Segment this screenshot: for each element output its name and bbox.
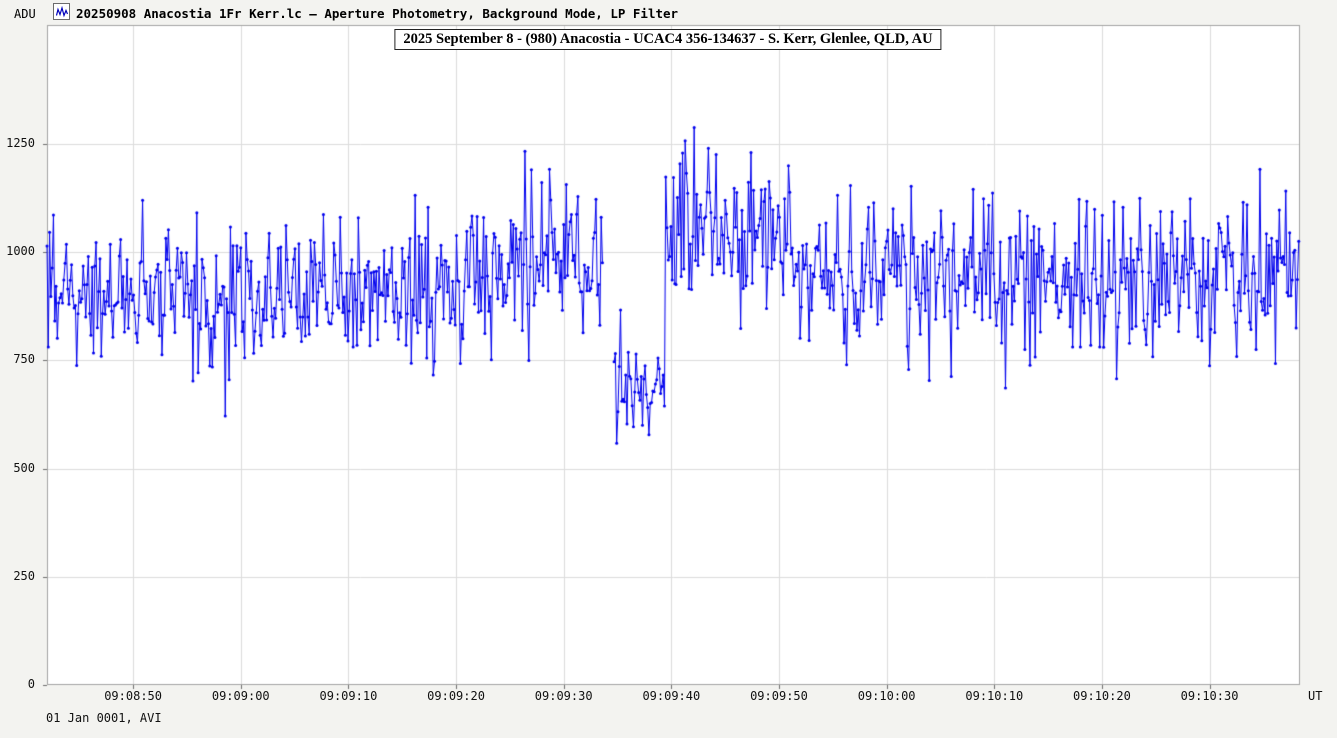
y-tick-label: 1250 [0, 136, 40, 150]
y-tick-label: 0 [0, 677, 40, 691]
light-curve-icon-glyph [56, 6, 68, 18]
x-tick-label: 09:09:20 [414, 689, 498, 703]
file-info-label: 01 Jan 0001, AVI [46, 711, 162, 725]
x-tick-label: 09:08:50 [91, 689, 175, 703]
y-tick-label: 250 [0, 569, 40, 583]
x-tick-label: 09:09:50 [737, 689, 821, 703]
observation-caption: 2025 September 8 - (980) Anacostia - UCA… [394, 29, 941, 50]
window-title: 20250908 Anacostia 1Fr Kerr.lc – Apertur… [76, 6, 678, 21]
light-curve-plot[interactable] [0, 0, 1337, 738]
app-icon [53, 3, 70, 20]
y-tick-label: 750 [0, 352, 40, 366]
x-tick-label: 09:10:00 [845, 689, 929, 703]
x-tick-label: 09:10:20 [1060, 689, 1144, 703]
x-tick-label: 09:10:30 [1168, 689, 1252, 703]
x-tick-label: 09:10:10 [952, 689, 1036, 703]
x-tick-label: 09:09:00 [199, 689, 283, 703]
y-tick-label: 500 [0, 461, 40, 475]
x-tick-label: 09:09:40 [629, 689, 713, 703]
y-axis-unit-label: ADU [14, 7, 36, 21]
x-tick-label: 09:09:10 [306, 689, 390, 703]
x-tick-label: 09:09:30 [522, 689, 606, 703]
x-axis-unit-label: UT [1308, 689, 1322, 703]
y-tick-label: 1000 [0, 244, 40, 258]
